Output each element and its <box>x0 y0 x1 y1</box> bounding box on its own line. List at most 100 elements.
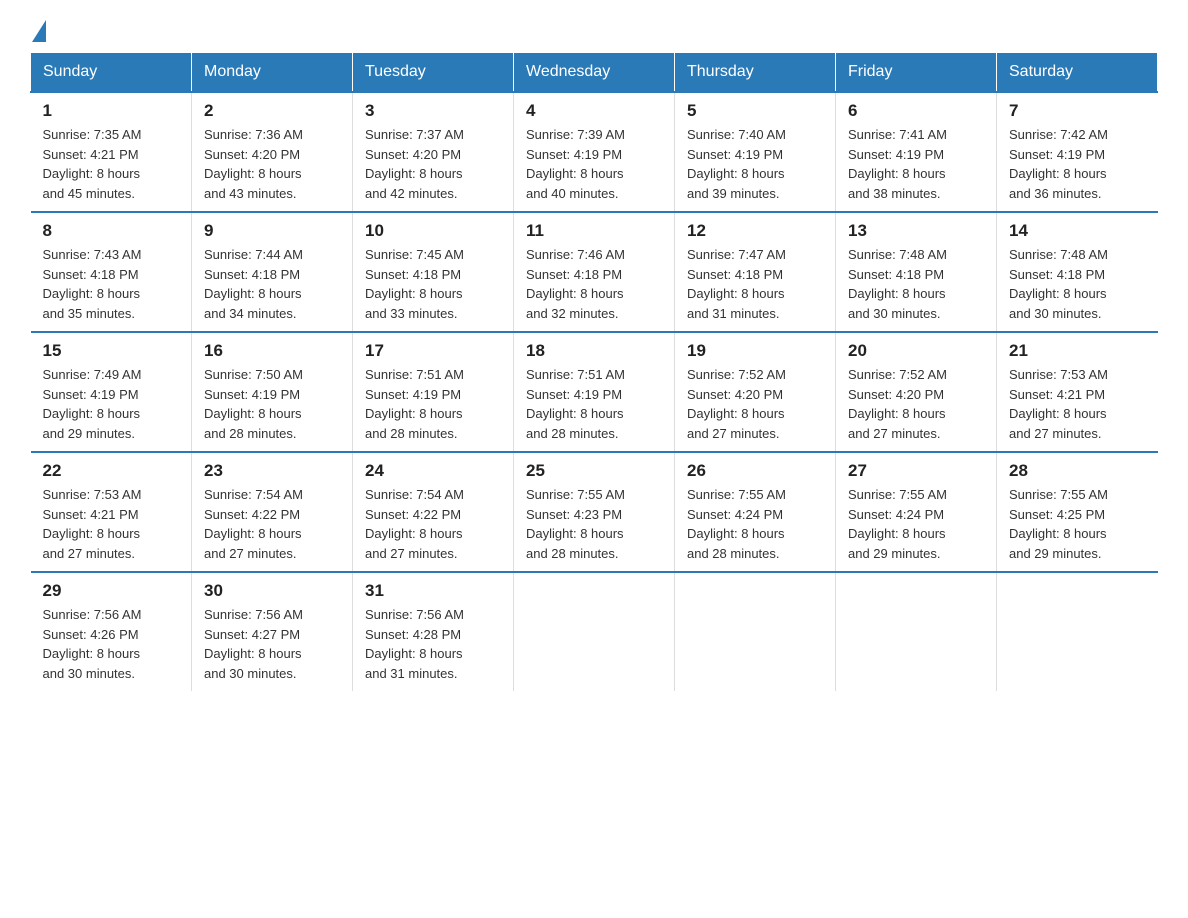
day-info: Sunrise: 7:47 AMSunset: 4:18 PMDaylight:… <box>687 245 823 323</box>
day-number: 4 <box>526 101 662 121</box>
day-info: Sunrise: 7:51 AMSunset: 4:19 PMDaylight:… <box>526 365 662 443</box>
calendar-day-cell: 21 Sunrise: 7:53 AMSunset: 4:21 PMDaylig… <box>997 332 1158 452</box>
calendar-day-cell: 23 Sunrise: 7:54 AMSunset: 4:22 PMDaylig… <box>192 452 353 572</box>
calendar-day-cell: 9 Sunrise: 7:44 AMSunset: 4:18 PMDayligh… <box>192 212 353 332</box>
day-number: 11 <box>526 221 662 241</box>
day-of-week-header: Friday <box>836 53 997 93</box>
day-info: Sunrise: 7:45 AMSunset: 4:18 PMDaylight:… <box>365 245 501 323</box>
calendar-day-cell: 6 Sunrise: 7:41 AMSunset: 4:19 PMDayligh… <box>836 92 997 212</box>
day-info: Sunrise: 7:46 AMSunset: 4:18 PMDaylight:… <box>526 245 662 323</box>
calendar-week-row: 22 Sunrise: 7:53 AMSunset: 4:21 PMDaylig… <box>31 452 1158 572</box>
calendar-day-cell: 5 Sunrise: 7:40 AMSunset: 4:19 PMDayligh… <box>675 92 836 212</box>
day-info: Sunrise: 7:40 AMSunset: 4:19 PMDaylight:… <box>687 125 823 203</box>
calendar-day-cell: 29 Sunrise: 7:56 AMSunset: 4:26 PMDaylig… <box>31 572 192 691</box>
day-info: Sunrise: 7:55 AMSunset: 4:23 PMDaylight:… <box>526 485 662 563</box>
day-number: 24 <box>365 461 501 481</box>
day-info: Sunrise: 7:52 AMSunset: 4:20 PMDaylight:… <box>848 365 984 443</box>
calendar-day-cell: 20 Sunrise: 7:52 AMSunset: 4:20 PMDaylig… <box>836 332 997 452</box>
day-number: 16 <box>204 341 340 361</box>
day-info: Sunrise: 7:54 AMSunset: 4:22 PMDaylight:… <box>365 485 501 563</box>
day-of-week-header: Saturday <box>997 53 1158 93</box>
day-info: Sunrise: 7:56 AMSunset: 4:26 PMDaylight:… <box>43 605 180 683</box>
day-info: Sunrise: 7:49 AMSunset: 4:19 PMDaylight:… <box>43 365 180 443</box>
day-info: Sunrise: 7:44 AMSunset: 4:18 PMDaylight:… <box>204 245 340 323</box>
day-of-week-header: Wednesday <box>514 53 675 93</box>
calendar-day-cell: 18 Sunrise: 7:51 AMSunset: 4:19 PMDaylig… <box>514 332 675 452</box>
day-info: Sunrise: 7:51 AMSunset: 4:19 PMDaylight:… <box>365 365 501 443</box>
day-number: 5 <box>687 101 823 121</box>
day-number: 8 <box>43 221 180 241</box>
calendar-day-cell: 14 Sunrise: 7:48 AMSunset: 4:18 PMDaylig… <box>997 212 1158 332</box>
calendar-day-cell: 15 Sunrise: 7:49 AMSunset: 4:19 PMDaylig… <box>31 332 192 452</box>
day-number: 25 <box>526 461 662 481</box>
day-number: 29 <box>43 581 180 601</box>
day-info: Sunrise: 7:41 AMSunset: 4:19 PMDaylight:… <box>848 125 984 203</box>
day-info: Sunrise: 7:54 AMSunset: 4:22 PMDaylight:… <box>204 485 340 563</box>
day-number: 26 <box>687 461 823 481</box>
calendar-day-cell: 4 Sunrise: 7:39 AMSunset: 4:19 PMDayligh… <box>514 92 675 212</box>
calendar-day-cell <box>514 572 675 691</box>
day-number: 2 <box>204 101 340 121</box>
calendar-day-cell: 27 Sunrise: 7:55 AMSunset: 4:24 PMDaylig… <box>836 452 997 572</box>
day-number: 15 <box>43 341 180 361</box>
calendar-day-cell: 2 Sunrise: 7:36 AMSunset: 4:20 PMDayligh… <box>192 92 353 212</box>
day-number: 28 <box>1009 461 1146 481</box>
calendar-week-row: 8 Sunrise: 7:43 AMSunset: 4:18 PMDayligh… <box>31 212 1158 332</box>
calendar-day-cell: 25 Sunrise: 7:55 AMSunset: 4:23 PMDaylig… <box>514 452 675 572</box>
day-number: 27 <box>848 461 984 481</box>
calendar-day-cell: 1 Sunrise: 7:35 AMSunset: 4:21 PMDayligh… <box>31 92 192 212</box>
calendar-day-cell: 12 Sunrise: 7:47 AMSunset: 4:18 PMDaylig… <box>675 212 836 332</box>
calendar-day-cell: 24 Sunrise: 7:54 AMSunset: 4:22 PMDaylig… <box>353 452 514 572</box>
day-of-week-header: Tuesday <box>353 53 514 93</box>
calendar-day-cell: 22 Sunrise: 7:53 AMSunset: 4:21 PMDaylig… <box>31 452 192 572</box>
day-info: Sunrise: 7:52 AMSunset: 4:20 PMDaylight:… <box>687 365 823 443</box>
calendar-day-cell <box>997 572 1158 691</box>
day-info: Sunrise: 7:48 AMSunset: 4:18 PMDaylight:… <box>848 245 984 323</box>
day-number: 19 <box>687 341 823 361</box>
calendar-day-cell: 3 Sunrise: 7:37 AMSunset: 4:20 PMDayligh… <box>353 92 514 212</box>
day-info: Sunrise: 7:56 AMSunset: 4:28 PMDaylight:… <box>365 605 501 683</box>
calendar-day-cell: 11 Sunrise: 7:46 AMSunset: 4:18 PMDaylig… <box>514 212 675 332</box>
day-info: Sunrise: 7:55 AMSunset: 4:24 PMDaylight:… <box>848 485 984 563</box>
calendar-body: 1 Sunrise: 7:35 AMSunset: 4:21 PMDayligh… <box>31 92 1158 691</box>
day-number: 3 <box>365 101 501 121</box>
day-number: 30 <box>204 581 340 601</box>
day-info: Sunrise: 7:37 AMSunset: 4:20 PMDaylight:… <box>365 125 501 203</box>
calendar-day-cell: 28 Sunrise: 7:55 AMSunset: 4:25 PMDaylig… <box>997 452 1158 572</box>
day-info: Sunrise: 7:50 AMSunset: 4:19 PMDaylight:… <box>204 365 340 443</box>
page-header <box>30 20 1158 42</box>
day-number: 21 <box>1009 341 1146 361</box>
calendar-day-cell: 19 Sunrise: 7:52 AMSunset: 4:20 PMDaylig… <box>675 332 836 452</box>
day-info: Sunrise: 7:48 AMSunset: 4:18 PMDaylight:… <box>1009 245 1146 323</box>
day-of-week-header: Thursday <box>675 53 836 93</box>
calendar-week-row: 15 Sunrise: 7:49 AMSunset: 4:19 PMDaylig… <box>31 332 1158 452</box>
day-number: 10 <box>365 221 501 241</box>
day-info: Sunrise: 7:55 AMSunset: 4:25 PMDaylight:… <box>1009 485 1146 563</box>
day-info: Sunrise: 7:43 AMSunset: 4:18 PMDaylight:… <box>43 245 180 323</box>
calendar-week-row: 29 Sunrise: 7:56 AMSunset: 4:26 PMDaylig… <box>31 572 1158 691</box>
calendar-header: SundayMondayTuesdayWednesdayThursdayFrid… <box>31 53 1158 93</box>
day-number: 22 <box>43 461 180 481</box>
calendar-day-cell <box>675 572 836 691</box>
day-info: Sunrise: 7:36 AMSunset: 4:20 PMDaylight:… <box>204 125 340 203</box>
day-number: 12 <box>687 221 823 241</box>
day-number: 17 <box>365 341 501 361</box>
day-of-week-header: Sunday <box>31 53 192 93</box>
day-info: Sunrise: 7:39 AMSunset: 4:19 PMDaylight:… <box>526 125 662 203</box>
day-info: Sunrise: 7:53 AMSunset: 4:21 PMDaylight:… <box>1009 365 1146 443</box>
day-number: 31 <box>365 581 501 601</box>
day-number: 20 <box>848 341 984 361</box>
calendar-day-cell: 31 Sunrise: 7:56 AMSunset: 4:28 PMDaylig… <box>353 572 514 691</box>
day-number: 7 <box>1009 101 1146 121</box>
calendar-day-cell: 8 Sunrise: 7:43 AMSunset: 4:18 PMDayligh… <box>31 212 192 332</box>
calendar-day-cell: 7 Sunrise: 7:42 AMSunset: 4:19 PMDayligh… <box>997 92 1158 212</box>
logo <box>30 20 46 42</box>
day-info: Sunrise: 7:53 AMSunset: 4:21 PMDaylight:… <box>43 485 180 563</box>
days-of-week-row: SundayMondayTuesdayWednesdayThursdayFrid… <box>31 53 1158 93</box>
day-info: Sunrise: 7:42 AMSunset: 4:19 PMDaylight:… <box>1009 125 1146 203</box>
calendar-day-cell <box>836 572 997 691</box>
calendar-week-row: 1 Sunrise: 7:35 AMSunset: 4:21 PMDayligh… <box>31 92 1158 212</box>
day-number: 9 <box>204 221 340 241</box>
day-info: Sunrise: 7:56 AMSunset: 4:27 PMDaylight:… <box>204 605 340 683</box>
day-number: 18 <box>526 341 662 361</box>
